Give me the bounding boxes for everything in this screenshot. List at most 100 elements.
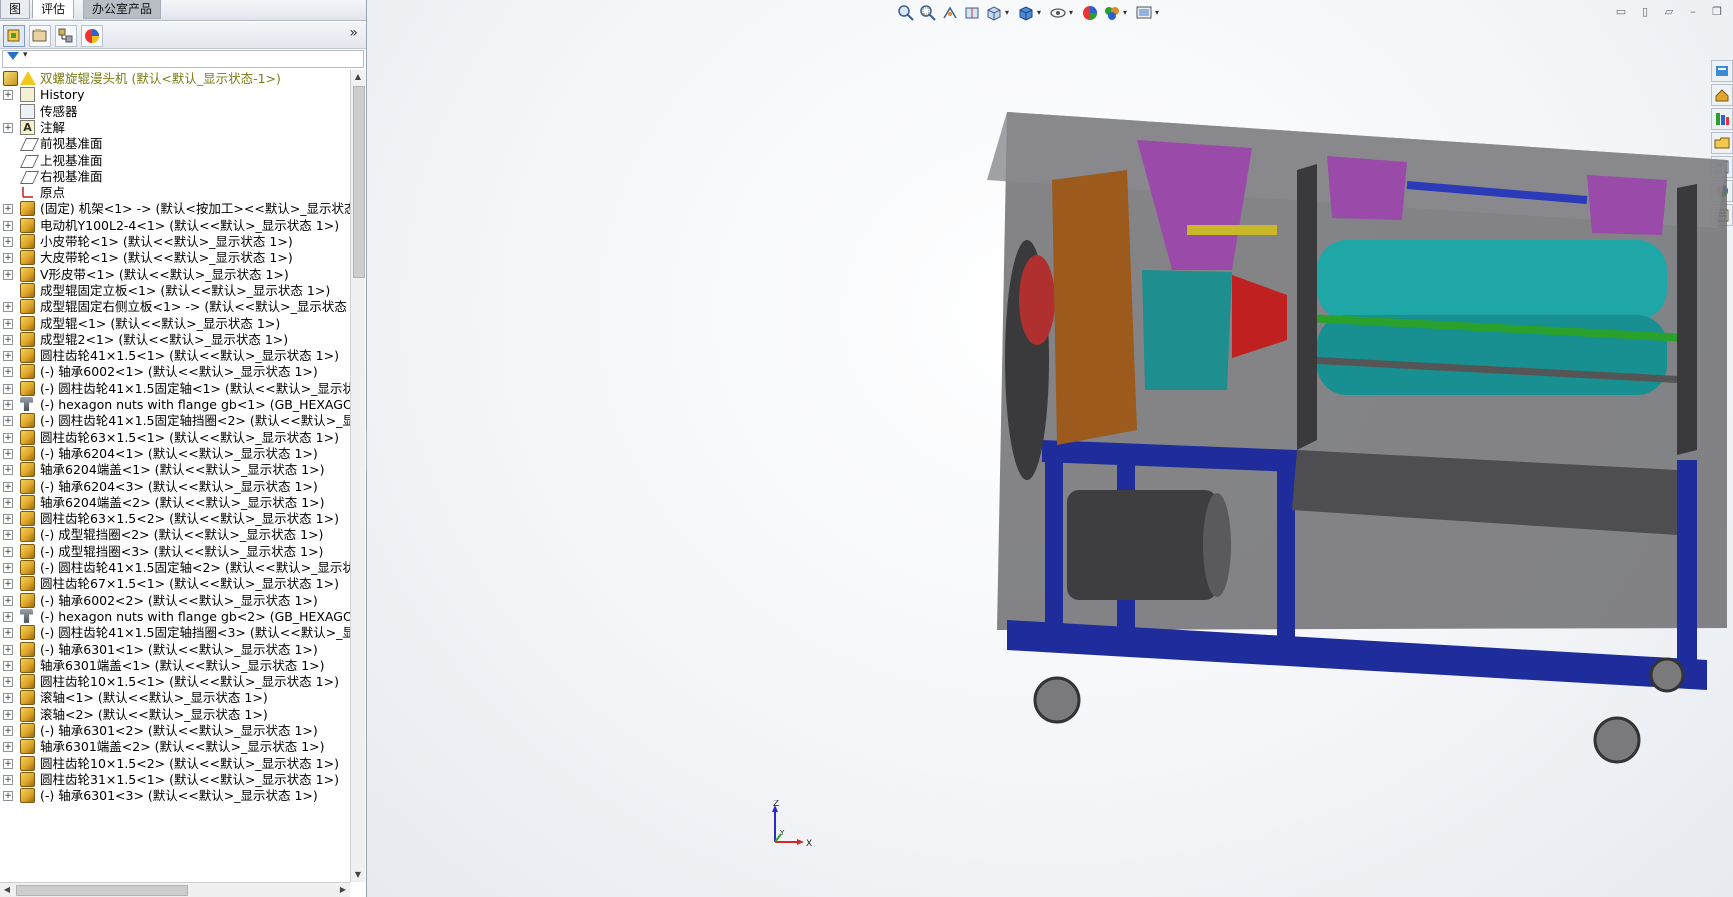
tree-item[interactable]: + (-) 成型辊挡圈<3> (默认<<默认>_显示状态 1>) xyxy=(0,543,350,561)
tree-item[interactable]: + 圆柱齿轮63×1.5<1> (默认<<默认>_显示状态 1>) xyxy=(0,429,350,447)
view-orientation-icon[interactable] xyxy=(985,4,1003,22)
tree-item[interactable]: + (-) 轴承6301<2> (默认<<默认>_显示状态 1>) xyxy=(0,722,350,740)
scroll-left-icon[interactable]: ◀ xyxy=(0,883,14,897)
expand-tree-node-icon[interactable]: + xyxy=(3,351,13,362)
chevron-down-icon[interactable]: ▾ xyxy=(1155,8,1159,17)
expand-tree-node-icon[interactable]: + xyxy=(3,220,13,231)
tree-item[interactable]: + (-) 轴承6204<3> (默认<<默认>_显示状态 1>) xyxy=(0,478,350,496)
section-view-icon[interactable] xyxy=(963,4,981,22)
tree-item[interactable]: + 轴承6204端盖<2> (默认<<默认>_显示状态 1>) xyxy=(0,494,350,512)
expand-tree-node-icon[interactable]: + xyxy=(3,383,13,394)
tree-filter-input[interactable]: ▾ xyxy=(2,50,364,68)
chevron-down-icon[interactable]: ▾ xyxy=(1037,8,1041,17)
tree-item[interactable]: + (-) 轴承6204<1> (默认<<默认>_显示状态 1>) xyxy=(0,445,350,463)
expand-tree-node-icon[interactable]: + xyxy=(3,726,13,736)
expand-tree-node-icon[interactable]: + xyxy=(3,253,13,264)
expand-tree-node-icon[interactable]: + xyxy=(3,579,13,590)
chevron-down-icon[interactable]: ▾ xyxy=(1005,8,1009,17)
configuration-manager-tab[interactable] xyxy=(55,25,77,47)
tree-item[interactable]: 上视基准面 xyxy=(0,152,350,170)
expand-tree-node-icon[interactable]: + xyxy=(3,758,13,769)
scroll-thumb[interactable] xyxy=(353,86,365,278)
tree-item[interactable]: + 滚轴<2> (默认<<默认>_显示状态 1>) xyxy=(0,706,350,724)
cascade-icon[interactable]: ▱ xyxy=(1661,5,1677,19)
solidworks-resources-icon[interactable] xyxy=(1711,60,1733,82)
tree-item[interactable]: 成型辊固定立板<1> (默认<<默认>_显示状态 1>) xyxy=(0,282,350,300)
tree-item[interactable]: + (-) 圆柱齿轮41×1.5固定轴<1> (默认<<默认>_显示状态 1 xyxy=(0,380,350,398)
scroll-thumb-horizontal[interactable] xyxy=(16,885,188,896)
tree-item[interactable]: + (-) 圆柱齿轮41×1.5固定轴挡圈<3> (默认<<默认>_显示状 xyxy=(0,624,350,642)
previous-view-icon[interactable] xyxy=(941,4,959,22)
tree-item[interactable]: + 轴承6301端盖<2> (默认<<默认>_显示状态 1>) xyxy=(0,738,350,756)
tree-item[interactable]: + (-) 轴承6002<1> (默认<<默认>_显示状态 1>) xyxy=(0,363,350,381)
tree-item[interactable]: 传感器 xyxy=(0,103,350,121)
expand-tree-node-icon[interactable]: + xyxy=(3,742,13,753)
tree-item[interactable]: + (-) 成型辊挡圈<2> (默认<<默认>_显示状态 1>) xyxy=(0,526,350,544)
expand-tree-node-icon[interactable]: + xyxy=(3,367,13,378)
expand-tree-node-icon[interactable]: + xyxy=(3,448,13,459)
tree-item[interactable]: + 圆柱齿轮63×1.5<2> (默认<<默认>_显示状态 1>) xyxy=(0,510,350,528)
tab-evaluate[interactable]: 评估 xyxy=(32,0,75,19)
tree-item[interactable]: + A 注解 xyxy=(0,119,350,137)
tree-item[interactable]: + (-) hexagon nuts with flange gb<2> (GB_… xyxy=(0,608,350,626)
expand-tree-node-icon[interactable]: + xyxy=(3,611,13,622)
graphics-area[interactable]: ▾ ▾ ▾ ▾ ▾ ▭ ▯ ▱ – ❐ Z Y X xyxy=(367,0,1733,897)
feature-manager-tab[interactable] xyxy=(3,25,25,47)
tab-view[interactable]: 图 xyxy=(0,0,31,19)
minimize-icon[interactable]: – xyxy=(1685,5,1701,19)
tree-item[interactable]: + 成型辊2<1> (默认<<默认>_显示状态 1>) xyxy=(0,331,350,349)
tree-item[interactable]: + 轴承6204端盖<1> (默认<<默认>_显示状态 1>) xyxy=(0,461,350,479)
tree-item[interactable]: + 圆柱齿轮41×1.5<1> (默认<<默认>_显示状态 1>) xyxy=(0,347,350,365)
tile-vertical-icon[interactable]: ▯ xyxy=(1637,5,1653,19)
tree-item[interactable]: + (-) 圆柱齿轮41×1.5固定轴<2> (默认<<默认>_显示状态 1 xyxy=(0,559,350,577)
expand-tree-node-icon[interactable]: + xyxy=(3,269,13,280)
tree-item[interactable]: 原点 xyxy=(0,184,350,202)
chevron-down-icon[interactable]: ▾ xyxy=(23,50,28,60)
expand-tree-node-icon[interactable]: + xyxy=(3,481,13,492)
tree-item[interactable]: + 小皮带轮<1> (默认<<默认>_显示状态 1>) xyxy=(0,233,350,251)
property-manager-tab[interactable] xyxy=(29,25,51,47)
expand-tree-node-icon[interactable]: + xyxy=(3,677,13,688)
tree-vertical-scrollbar[interactable]: ▲ ▼ xyxy=(350,70,365,882)
tree-item[interactable]: 右视基准面 xyxy=(0,168,350,186)
tree-item[interactable]: + 成型辊<1> (默认<<默认>_显示状态 1>) xyxy=(0,315,350,333)
tree-item[interactable]: + (-) 轴承6301<3> (默认<<默认>_显示状态 1>) xyxy=(0,787,350,805)
expand-tree-node-icon[interactable]: + xyxy=(3,563,13,573)
expand-tree-node-icon[interactable]: + xyxy=(3,237,13,247)
expand-panel-icon[interactable]: » xyxy=(349,25,358,41)
expand-tree-node-icon[interactable]: + xyxy=(3,514,13,525)
chevron-down-icon[interactable]: ▾ xyxy=(1123,8,1127,17)
scroll-up-icon[interactable]: ▲ xyxy=(351,70,365,84)
tree-item[interactable]: + 圆柱齿轮10×1.5<1> (默认<<默认>_显示状态 1>) xyxy=(0,673,350,691)
tree-item[interactable]: 前视基准面 xyxy=(0,135,350,153)
expand-tree-node-icon[interactable]: + xyxy=(3,90,13,101)
tree-item[interactable]: + 轴承6301端盖<1> (默认<<默认>_显示状态 1>) xyxy=(0,657,350,675)
tree-item[interactable]: + 成型辊固定右侧立板<1> -> (默认<<默认>_显示状态 1>) xyxy=(0,298,350,316)
expand-tree-node-icon[interactable]: + xyxy=(3,791,13,802)
expand-tree-node-icon[interactable]: + xyxy=(3,628,13,639)
restore-icon[interactable]: ❐ xyxy=(1709,5,1725,19)
tree-item[interactable]: + 电动机Y100L2-4<1> (默认<<默认>_显示状态 1>) xyxy=(0,217,350,235)
expand-tree-node-icon[interactable]: + xyxy=(3,660,13,671)
expand-tree-node-icon[interactable]: + xyxy=(3,318,13,329)
apply-scene-icon[interactable] xyxy=(1103,4,1121,22)
zoom-to-area-icon[interactable] xyxy=(919,4,937,22)
zoom-to-fit-icon[interactable] xyxy=(897,4,915,22)
expand-tree-node-icon[interactable]: + xyxy=(3,204,13,215)
expand-tree-node-icon[interactable]: + xyxy=(3,400,13,410)
tree-item[interactable]: + 大皮带轮<1> (默认<<默认>_显示状态 1>) xyxy=(0,249,350,267)
tree-item[interactable]: + 圆柱齿轮67×1.5<1> (默认<<默认>_显示状态 1>) xyxy=(0,575,350,593)
hide-show-items-icon[interactable] xyxy=(1049,4,1067,22)
expand-tree-node-icon[interactable]: + xyxy=(3,595,13,606)
view-settings-icon[interactable] xyxy=(1135,4,1153,22)
expand-tree-node-icon[interactable]: + xyxy=(3,432,13,443)
expand-tree-node-icon[interactable]: + xyxy=(3,465,13,476)
tree-root[interactable]: 双螺旋辊漫头机 (默认<默认_显示状态-1>) xyxy=(0,70,350,88)
tree-item[interactable]: + (-) 轴承6002<2> (默认<<默认>_显示状态 1>) xyxy=(0,592,350,610)
edit-appearance-icon[interactable] xyxy=(1081,4,1099,22)
tree-item[interactable]: + 滚轴<1> (默认<<默认>_显示状态 1>) xyxy=(0,689,350,707)
tree-horizontal-scrollbar[interactable]: ◀ ▶ xyxy=(0,882,350,897)
tree-item[interactable]: + (-) hexagon nuts with flange gb<1> (GB_… xyxy=(0,396,350,414)
tab-office-products[interactable]: 办公室产品 xyxy=(83,0,162,19)
display-style-icon[interactable] xyxy=(1017,4,1035,22)
